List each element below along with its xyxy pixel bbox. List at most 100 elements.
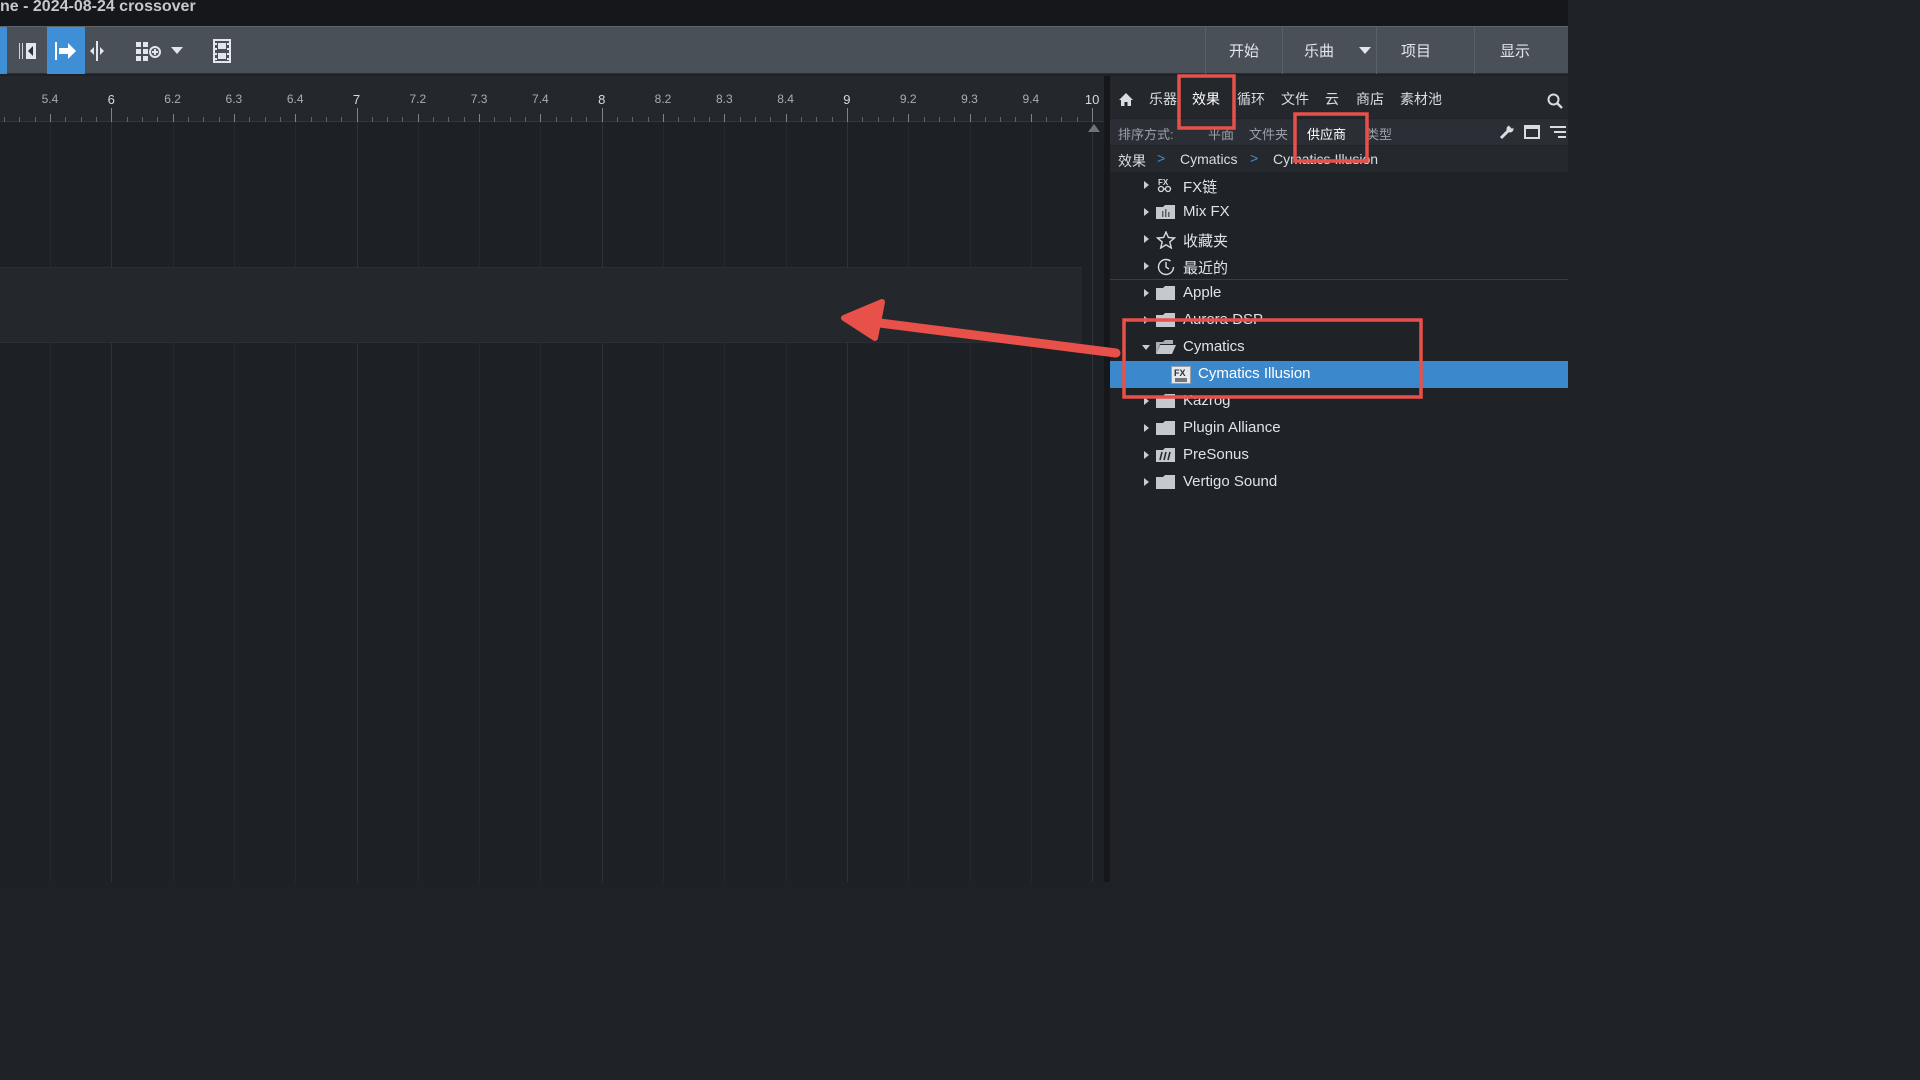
ruler-subtick [95,117,97,122]
sort-folder-option[interactable]: 文件夹 [1249,124,1288,143]
collapse-arrow-icon[interactable] [1142,345,1150,350]
tree-item-aurora-dsp[interactable]: Aurora DSP [1110,307,1568,334]
expand-arrow-icon[interactable] [1144,397,1149,405]
tab-files[interactable]: 文件 [1281,89,1309,109]
expand-arrow-icon[interactable] [1144,316,1149,324]
ruler-subtick [218,117,220,122]
browser-tabs: 乐器 效果 循环 文件 云 商店 素材池 [1110,76,1568,118]
sort-vendor-option[interactable]: 供应商 [1307,124,1346,143]
tree-item-mix-fx[interactable]: Mix FX [1110,199,1568,226]
main-toolbar: 开始 乐曲 项目 显示 [0,26,1568,74]
ruler-label: 7.2 [409,92,427,106]
song-dropdown[interactable] [1354,27,1376,74]
ruler-subtick [371,117,373,122]
tab-pool[interactable]: 素材池 [1400,89,1442,109]
tree-item-apple[interactable]: Apple [1110,280,1568,307]
ruler-subtick [754,117,756,122]
ruler-tick [356,108,358,122]
tab-store[interactable]: 商店 [1356,89,1384,109]
tab-loops[interactable]: 循环 [1237,89,1265,109]
tree-item-cymatics-illusion[interactable]: FX Cymatics Illusion [1110,361,1568,388]
video-button[interactable] [206,27,238,74]
grid-line [172,122,174,882]
nav-project-button[interactable]: 项目 [1376,27,1455,74]
grid-add-tool-button[interactable] [130,27,166,74]
arrow-right-tool-icon [55,41,76,60]
folder-open-icon [1156,340,1176,354]
tab-cloud[interactable]: 云 [1325,89,1339,109]
grid-line [1092,122,1094,882]
tree-item-fx-chains[interactable]: FX FX链 [1110,172,1568,199]
expand-arrow-icon[interactable] [1144,289,1149,297]
tab-effects[interactable]: 效果 [1192,89,1220,109]
ruler-label: 7.3 [470,92,488,106]
nav-song-button[interactable]: 乐曲 [1282,27,1355,74]
tab-instruments[interactable]: 乐器 [1149,89,1177,109]
expand-arrow-icon[interactable] [1144,181,1149,189]
tree-item-label: Cymatics Illusion [1198,365,1311,382]
grid-line [663,122,664,882]
tree-item-kazrog[interactable]: Kazrog [1110,388,1568,415]
split-cursor-tool-button[interactable] [86,27,108,74]
arrow-tool-button[interactable] [47,27,85,74]
ruler-subtick [678,117,680,122]
breadcrumb-item[interactable]: Cymatics Illusion [1273,151,1378,167]
tree-item-vertigo-sound[interactable]: Vertigo Sound [1110,469,1568,496]
grid-options-dropdown[interactable] [168,27,186,74]
ruler-tick [540,114,542,122]
expand-arrow-icon[interactable] [1144,478,1149,486]
home-icon[interactable] [1118,92,1134,107]
search-icon[interactable] [1547,93,1563,109]
breadcrumb-item[interactable]: Cymatics [1180,151,1238,167]
scroll-up-arrow[interactable] [1088,124,1100,132]
nav-show-button[interactable]: 显示 [1474,27,1555,74]
grid-line [601,122,603,882]
tree-item-label: Mix FX [1183,203,1230,220]
ruler-label: 10 [1084,92,1100,107]
sort-flat-option[interactable]: 平面 [1208,124,1234,143]
ruler-tick [724,114,726,122]
wrench-icon[interactable] [1499,124,1515,140]
list-view-icon[interactable] [1550,125,1566,139]
ruler-subtick [739,117,741,122]
nav-start-button[interactable]: 开始 [1205,27,1282,74]
expand-arrow-icon[interactable] [1144,235,1149,243]
breadcrumb-item[interactable]: 效果 [1118,151,1146,171]
window-icon[interactable] [1524,125,1540,139]
track-lane-highlight[interactable] [0,267,1082,343]
nav-song-label: 乐曲 [1303,43,1334,60]
expand-arrow-icon[interactable] [1144,424,1149,432]
ruler-subtick [433,117,435,122]
expand-arrow-icon[interactable] [1144,451,1149,459]
expand-arrow-icon[interactable] [1144,208,1149,216]
arrangement-editor[interactable]: 5.4 6 6.2 6.3 6.4 7 7.2 7.3 7.4 8 8.2 8.3 8.4 9 9.2 9.3… [0,76,1104,882]
folder-icon [1156,286,1175,300]
ruler-label: 6.3 [225,92,243,106]
sort-type-option[interactable]: 类型 [1366,124,1392,143]
fx-chain-icon: FX [1157,178,1172,193]
ruler-subtick [34,117,36,122]
tree-item-plugin-alliance[interactable]: Plugin Alliance [1110,415,1568,442]
tree-item-label: 收藏夹 [1183,233,1229,250]
ruler-subtick [1000,117,1002,122]
grid-line [111,122,113,882]
ruler-subtick [586,117,588,122]
ruler-subtick [249,117,251,122]
ruler-subtick [341,117,343,122]
breadcrumb-chevron-icon: > [1250,150,1259,166]
tree-item-label: Kazrog [1183,392,1231,409]
tree-item-presonus[interactable]: PreSonus [1110,442,1568,469]
tree-item-label: Plugin Alliance [1183,419,1281,436]
timeline-ruler[interactable]: 5.4 6 6.2 6.3 6.4 7 7.2 7.3 7.4 8 8.2 8.3 8.4 9 9.2 9.3… [0,76,1104,122]
expand-arrow-icon[interactable] [1144,262,1149,270]
tree-item-favorites[interactable]: 收藏夹 [1110,226,1568,253]
nav-project-label: 项目 [1400,43,1431,60]
breadcrumb: 效果 > Cymatics > Cymatics Illusion [1110,146,1568,172]
ruler-tick [233,114,235,122]
grid-line [724,122,726,882]
split-tool-button[interactable] [10,27,44,74]
ruler-subtick [555,117,557,122]
folder-icon [1156,421,1175,435]
tree-item-cymatics[interactable]: Cymatics [1110,334,1568,361]
tree-item-recent[interactable]: 最近的 [1110,253,1568,280]
